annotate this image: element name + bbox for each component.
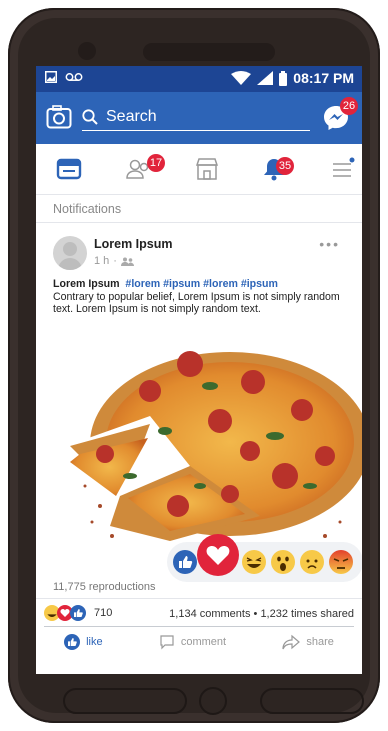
haha-reaction-icon[interactable] (242, 550, 266, 574)
phone-screen: 08:17 PM Search 26 17 35 Notifications L… (36, 66, 362, 674)
messenger-badge: 26 (340, 97, 358, 115)
post-hashtags[interactable]: #lorem #ipsum #lorem #ipsum (125, 278, 278, 290)
post-author[interactable]: Lorem Ipsum (94, 237, 173, 251)
reaction-count: 710 (94, 607, 113, 619)
section-title: Notifications (36, 195, 362, 223)
tab-home[interactable] (55, 156, 83, 182)
reactions-picker (167, 534, 362, 582)
separator-dot: · (113, 255, 117, 267)
wifi-icon (231, 71, 252, 85)
comment-icon (160, 635, 174, 650)
like-button[interactable]: like (64, 634, 103, 650)
recent-apps-hardware-button[interactable] (260, 688, 364, 714)
like-label: like (86, 636, 103, 648)
search-icon (82, 109, 98, 125)
gallery-icon (45, 71, 57, 83)
reaction-summary[interactable]: 710 (44, 605, 112, 621)
share-label: share (306, 636, 334, 648)
post-meta: 1 h · (94, 255, 134, 267)
like-small-icon (70, 605, 86, 621)
comment-button[interactable]: comment (159, 634, 226, 650)
clock: 08:17 PM (293, 70, 354, 86)
comments-shares-count[interactable]: 1,134 comments • 1,232 times shared (169, 608, 354, 620)
angry-reaction-icon[interactable] (329, 550, 353, 574)
avatar[interactable] (53, 236, 87, 270)
post-heading: Lorem Ipsum (53, 278, 120, 290)
share-icon (282, 634, 301, 650)
love-reaction-icon[interactable] (197, 534, 239, 576)
post-text: Lorem Ipsum #lorem #ipsum #lorem #ipsum … (53, 278, 353, 316)
camera-icon[interactable] (46, 105, 72, 129)
voicemail-icon (65, 73, 83, 81)
post-actions: like comment share (36, 628, 362, 656)
view-count: 11,775 reproductions (53, 581, 156, 593)
friends-audience-icon (120, 257, 134, 266)
home-hardware-button[interactable] (199, 687, 227, 715)
like-reaction-icon[interactable] (173, 550, 197, 574)
post-body: Contrary to popular belief, Lorem Ipsum … (53, 290, 340, 316)
sad-reaction-icon[interactable] (300, 550, 324, 574)
share-button[interactable]: share (282, 634, 334, 650)
post-time: 1 h (94, 255, 110, 267)
front-camera (78, 42, 96, 60)
battery-icon (279, 70, 288, 86)
friends-badge: 17 (147, 154, 165, 172)
wow-reaction-icon[interactable] (271, 550, 295, 574)
comment-label: comment (180, 636, 227, 648)
thumbs-up-icon (64, 634, 81, 650)
tab-menu[interactable] (328, 156, 356, 182)
signal-icon (257, 71, 274, 85)
more-options-icon[interactable]: ••• (319, 236, 340, 252)
app-header: Search 26 (36, 92, 362, 144)
divider (36, 598, 362, 599)
notifications-badge: 35 (276, 157, 294, 175)
post-card: Lorem Ipsum 1 h · ••• Lorem Ipsum #lorem… (36, 224, 362, 674)
status-bar: 08:17 PM (36, 66, 362, 92)
tab-marketplace[interactable] (193, 156, 221, 182)
divider (44, 626, 354, 627)
search-label: Search (106, 108, 157, 125)
search-bar[interactable]: Search (82, 104, 310, 131)
back-hardware-button[interactable] (63, 688, 187, 714)
speaker-grille (143, 43, 275, 61)
reaction-icons-stack (44, 605, 88, 621)
tab-bar: 17 35 (36, 144, 362, 195)
